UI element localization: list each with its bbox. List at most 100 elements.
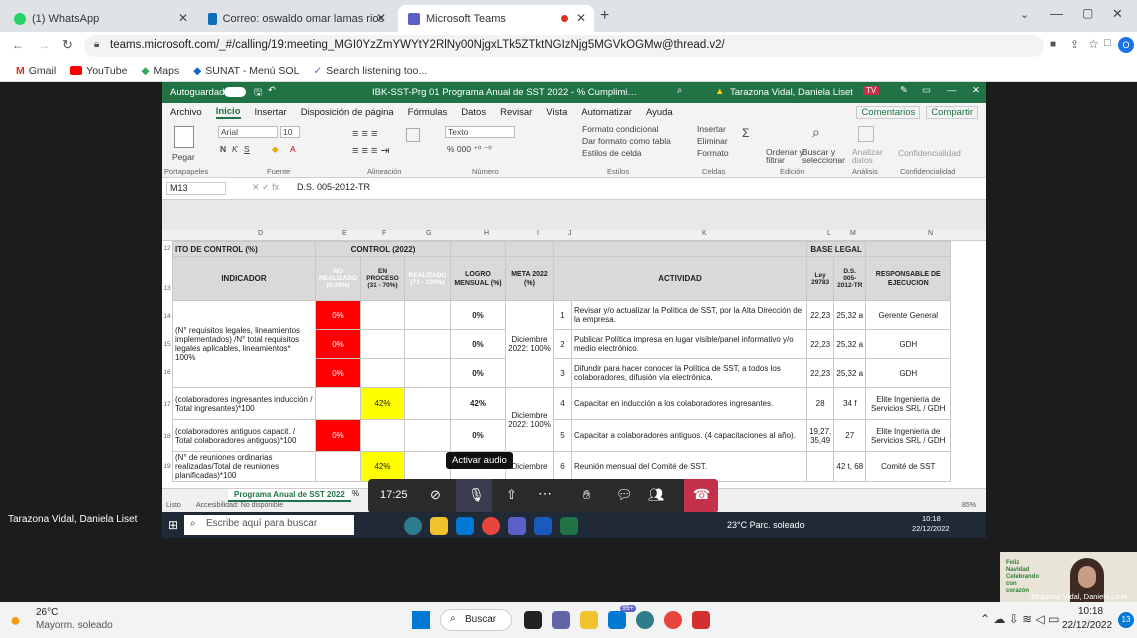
close-icon[interactable]: ✕: [576, 11, 586, 25]
cell-g13[interactable]: REALIZADO (71 - 100%): [404, 256, 451, 301]
cell-g18[interactable]: [404, 419, 451, 452]
cell-efg12[interactable]: CONTROL (2022): [315, 241, 451, 257]
bookmark-gmail[interactable]: Gmail: [29, 65, 56, 77]
cell-e17[interactable]: [315, 387, 361, 420]
cell-k12[interactable]: [553, 241, 807, 257]
taskbar-weather[interactable]: Mayorm. soleado: [36, 620, 113, 631]
camera-icon[interactable]: ■: [1050, 39, 1056, 50]
star-icon[interactable]: ☆: [1088, 37, 1099, 51]
cell-m18[interactable]: 27: [833, 419, 867, 452]
name-box[interactable]: M13: [166, 182, 226, 195]
participants-icon[interactable]: 👥︎: [648, 487, 665, 503]
menu-archivo[interactable]: Archivo: [170, 107, 202, 118]
edge-app-icon[interactable]: [636, 611, 654, 629]
cell-e15[interactable]: 0%: [315, 329, 361, 359]
cell-lm12[interactable]: BASE LEGAL: [805, 241, 867, 257]
align-bottom-icon[interactable]: ≡ ≡ ≡ ⇥: [352, 144, 390, 157]
menu-formulas[interactable]: Fórmulas: [408, 107, 448, 118]
cell-j14[interactable]: 1: [553, 300, 572, 330]
cell-l14[interactable]: 22,23: [805, 300, 835, 330]
cell-i12[interactable]: [505, 241, 554, 257]
cell-e14[interactable]: 0%: [315, 300, 361, 330]
cell-styles-button[interactable]: Estilos de celda: [582, 148, 642, 158]
sort-filter-button[interactable]: Ordenar y filtrar: [766, 148, 806, 165]
status-accessibility[interactable]: Accesibilidad: No disponible: [196, 502, 283, 509]
cell-k19[interactable]: Reunión mensual del Comité de SST.: [571, 451, 807, 482]
cell-n13[interactable]: RESPONSABLE DE EJECUCION: [865, 256, 952, 301]
more-options-icon[interactable]: ⋯: [538, 485, 552, 502]
menu-revisar[interactable]: Revisar: [500, 107, 532, 118]
cell-l17[interactable]: 28: [805, 387, 835, 420]
col-e[interactable]: E: [342, 230, 347, 237]
font-size-select[interactable]: 10: [280, 126, 300, 138]
cell-m19[interactable]: 42 t, 68: [833, 451, 867, 482]
chrome-icon[interactable]: [482, 517, 500, 535]
table-format-button[interactable]: Dar formato como tabla: [582, 136, 671, 146]
formula-input[interactable]: D.S. 005-2012-TR: [297, 182, 370, 192]
cell-k16[interactable]: Difundir para hacer conocer la Política …: [571, 358, 807, 388]
tab-whatsapp[interactable]: (1) WhatsApp ✕: [4, 5, 196, 32]
cell-m14[interactable]: 25,32 a: [833, 300, 867, 330]
cell-f13[interactable]: EN PROCESO (31 - 70%): [360, 256, 405, 301]
windows-start-icon[interactable]: ⊞: [168, 518, 178, 532]
chat-app-icon[interactable]: [552, 611, 570, 629]
ribbon-display-icon[interactable]: ▭: [922, 85, 931, 96]
row-number[interactable]: 16: [162, 369, 172, 376]
conditional-format-button[interactable]: Formato condicional: [582, 124, 659, 134]
tab-search-icon[interactable]: ⌄: [1020, 8, 1029, 21]
bold-icon[interactable]: N: [220, 144, 226, 154]
cell-n17[interactable]: Elite Ingenieria de Servicios SRL / GDH: [865, 387, 952, 420]
confidentiality-button[interactable]: Confidencialidad: [898, 148, 961, 158]
cell-h16[interactable]: 0%: [450, 358, 506, 388]
taskbar-temp[interactable]: 26°C: [36, 607, 58, 618]
cell-m17[interactable]: 34 f: [833, 387, 867, 420]
col-n[interactable]: N: [928, 230, 933, 237]
fill-color-icon[interactable]: ◆: [272, 144, 279, 155]
menu-disposicion[interactable]: Disposición de página: [301, 107, 394, 118]
edge-icon[interactable]: [404, 517, 422, 535]
search-icon[interactable]: ⌕: [677, 85, 682, 96]
task-view-icon[interactable]: [524, 611, 542, 629]
find-select-button[interactable]: Buscar y seleccionar: [802, 148, 850, 165]
delete-button[interactable]: Eliminar: [697, 136, 728, 146]
tab-teams[interactable]: Microsoft Teams ✕: [398, 5, 594, 32]
menu-datos[interactable]: Datos: [461, 107, 486, 118]
cell-e16[interactable]: 0%: [315, 358, 361, 388]
cell-h18[interactable]: 0%: [450, 419, 506, 452]
cell-meta-1[interactable]: Diciembre 2022: 100%: [505, 300, 554, 388]
close-icon[interactable]: ✕: [972, 85, 980, 96]
bookmark-sunat[interactable]: SUNAT - Menú SOL: [205, 65, 299, 77]
row-number[interactable]: 15: [162, 341, 172, 348]
col-d[interactable]: D: [258, 230, 263, 237]
cell-n15[interactable]: GDH: [865, 329, 952, 359]
cell-g16[interactable]: [404, 358, 451, 388]
bookmark-youtube[interactable]: YouTube: [86, 65, 127, 77]
col-k[interactable]: K: [702, 230, 707, 237]
cell-f16[interactable]: [360, 358, 405, 388]
col-m[interactable]: M: [850, 230, 856, 237]
close-icon[interactable]: ✕: [376, 11, 386, 25]
chat-icon[interactable]: 💬︎: [616, 487, 633, 503]
cell-j15[interactable]: 2: [553, 329, 572, 359]
cell-m15[interactable]: 25,32 a: [833, 329, 867, 359]
pdf-app-icon[interactable]: [692, 611, 710, 629]
restore-icon[interactable]: ▢: [1082, 6, 1093, 20]
cell-meta-2[interactable]: Diciembre 2022: 100%: [505, 387, 554, 452]
col-f[interactable]: F: [382, 230, 386, 237]
find-icon[interactable]: ⌕: [812, 124, 820, 141]
menu-inicio[interactable]: Inicio: [215, 106, 241, 119]
row-number[interactable]: 18: [162, 433, 172, 440]
start-icon[interactable]: [412, 611, 430, 629]
cell-n12[interactable]: [865, 241, 952, 257]
cell-g17[interactable]: [404, 387, 451, 420]
back-icon[interactable]: ←: [12, 38, 24, 52]
chrome-app-icon[interactable]: [664, 611, 682, 629]
save-icon[interactable]: 🖫︎: [254, 85, 262, 101]
analyze-data-icon[interactable]: [858, 126, 874, 142]
cell-indicator-1[interactable]: (N° requisitos legales, lineamientos imp…: [172, 300, 316, 388]
url-field[interactable]: 🔒︎ teams.microsoft.com/_#/calling/19:mee…: [84, 35, 1044, 57]
undo-icon[interactable]: ↶: [268, 85, 276, 96]
minimize-icon[interactable]: —: [947, 85, 957, 96]
close-icon[interactable]: ✕: [178, 11, 188, 25]
profile-avatar[interactable]: O: [1118, 37, 1134, 53]
